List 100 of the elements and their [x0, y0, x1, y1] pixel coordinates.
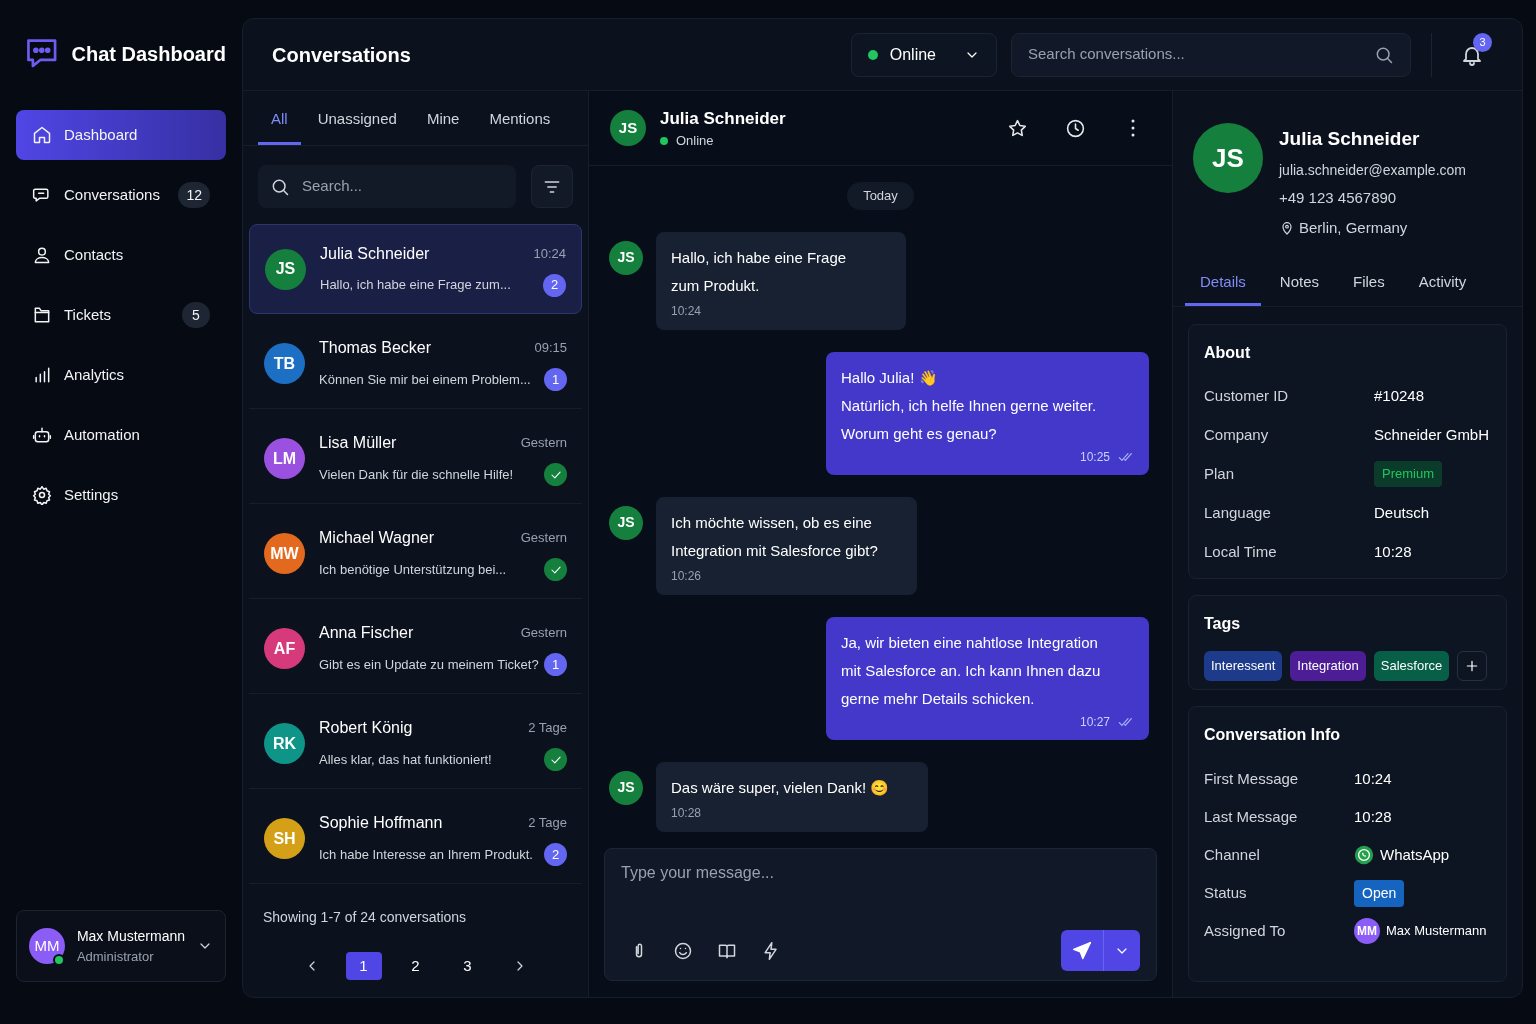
- message-text: Ich möchte wissen, ob es eine Integration mit Salesforce gibt?: [671, 512, 879, 561]
- message-time: 10:27: [1079, 713, 1110, 731]
- tag: Salesforce: [1373, 650, 1450, 681]
- message-text: Das wäre super, vielen Dank! 😊: [671, 777, 891, 798]
- field-label: First Message: [1204, 768, 1300, 789]
- detail-tab[interactable]: Notes: [1264, 261, 1335, 306]
- folder-icon: [32, 305, 52, 325]
- conversation-item[interactable]: SH Sophie Hoffmann 2 Tage Ich habe Interesse an Ihrem Produkt. 2: [249, 794, 582, 884]
- message-time: 10:25: [1079, 448, 1110, 466]
- field-value: Deutsch: [1374, 502, 1430, 523]
- filter-button[interactable]: [531, 165, 573, 208]
- page-title: Conversations: [272, 42, 412, 68]
- field-label: Company: [1204, 424, 1270, 445]
- contact-name: Robert König: [319, 718, 413, 738]
- message-time: 10:28: [671, 804, 703, 822]
- conversation-tab[interactable]: Unassigned: [304, 90, 410, 145]
- status-dropdown[interactable]: Online: [850, 32, 997, 77]
- message-text: Ja, wir bieten eine nahtlose Integration mit Salesforce an. Ich kann Ihnen dazu gerne mehr Details schicken.: [841, 632, 1102, 709]
- conversation-item[interactable]: MW Michael Wagner Gestern Ich benötige Unterstützung bei...: [249, 509, 582, 599]
- conversation-item[interactable]: JS Julia Schneider 10:24 Hallo, ich habe eine Frage zum... 2: [249, 224, 582, 314]
- field-label: Last Message: [1204, 806, 1299, 827]
- conversation-tab[interactable]: Mine: [413, 90, 473, 145]
- search-input[interactable]: Search conversations...: [1028, 43, 1374, 66]
- tag: Interessent: [1204, 650, 1283, 681]
- nav-item[interactable]: Tickets 5: [16, 290, 226, 340]
- star-icon: [1006, 117, 1028, 139]
- user-avatar: MM: [29, 928, 65, 964]
- message-preview: Gibt es ein Update zu meinem Ticket?: [319, 655, 539, 674]
- conversation-tab[interactable]: All: [258, 90, 301, 145]
- conversation-item[interactable]: RK Robert König 2 Tage Alles klar, das hat funktioniert!: [249, 699, 582, 789]
- conversation-time: 2 Tage: [528, 814, 567, 833]
- search-field[interactable]: Search conversations...: [1011, 32, 1411, 77]
- conversation-item[interactable]: TB Thomas Becker 09:15 Können Sie mir bei einem Problem... 1: [249, 319, 582, 409]
- message-preview: Ich benötige Unterstützung bei...: [319, 560, 507, 579]
- field-value: 10:24: [1354, 768, 1392, 789]
- add-tag-button[interactable]: [1457, 650, 1488, 681]
- nav-item[interactable]: Conversations 12: [16, 170, 226, 220]
- contact-avatar: RK: [264, 723, 305, 764]
- user-role: Administrator: [76, 947, 155, 966]
- sender-avatar: JS: [609, 505, 643, 540]
- count-badge: 5: [182, 302, 210, 328]
- conversation-time: 2 Tage: [528, 719, 567, 738]
- unread-count: 1: [544, 368, 567, 391]
- conversation-time: Gestern: [520, 624, 567, 643]
- conversation-tab[interactable]: Mentions: [476, 90, 564, 145]
- notifications-button[interactable]: 3: [1452, 32, 1492, 77]
- field-label: Channel: [1204, 844, 1261, 865]
- contact-name: Julia Schneider: [1279, 127, 1421, 151]
- message-time: 10:26: [671, 567, 703, 585]
- field-value: Max Mustermann: [1386, 922, 1487, 941]
- unread-count: 1: [544, 653, 567, 676]
- field-label: Plan: [1204, 463, 1236, 484]
- conversation-item[interactable]: LM Lisa Müller Gestern Vielen Dank für die schnelle Hilfe!: [249, 414, 582, 504]
- detail-tab[interactable]: Details: [1185, 261, 1261, 306]
- smiley-icon: [673, 940, 693, 961]
- conversation-item[interactable]: AF Anna Fischer Gestern Gibt es ein Update zu meinem Ticket? 1: [249, 604, 582, 694]
- message-preview: Alles klar, das hat funktioniert!: [319, 750, 492, 769]
- field-label: Assigned To: [1204, 920, 1287, 941]
- settings-icon: [32, 485, 52, 505]
- count-badge: 12: [178, 182, 210, 208]
- bar-chart-icon: [32, 365, 52, 385]
- nav-item[interactable]: Contacts: [16, 230, 226, 280]
- message-composer[interactable]: Type your message...: [604, 848, 1157, 981]
- contact-avatar: JS: [610, 110, 646, 146]
- nav-item[interactable]: Dashboard: [16, 110, 226, 160]
- whatsapp-icon: [1354, 845, 1374, 865]
- nav-item[interactable]: Analytics: [16, 350, 226, 400]
- field-value: 10:28: [1374, 541, 1412, 562]
- field-label: Language: [1204, 502, 1272, 523]
- nav-item[interactable]: Automation: [16, 410, 226, 460]
- contact-avatar: JS: [265, 248, 306, 290]
- tag: Integration: [1290, 650, 1366, 681]
- user-card[interactable]: MM Max Mustermann Administrator: [16, 910, 226, 982]
- search-field[interactable]: Search...: [258, 165, 516, 208]
- conversation-time: 10:24: [533, 244, 566, 263]
- notification-count: 3: [1473, 32, 1492, 52]
- search-input[interactable]: Search...: [302, 175, 504, 198]
- field-label: Customer ID: [1204, 385, 1290, 406]
- field-value: WhatsApp: [1380, 844, 1450, 865]
- contact-avatar: AF: [264, 628, 305, 669]
- nav-item[interactable]: Settings: [16, 470, 226, 520]
- user-name: Max Mustermann: [76, 926, 186, 946]
- page-button[interactable]: 2: [397, 952, 434, 980]
- message-input[interactable]: Type your message...: [621, 861, 1140, 930]
- contact-email: julia.schneider@example.com: [1279, 160, 1466, 180]
- contact-name: Julia Schneider: [320, 243, 430, 264]
- card-title: Conversation Info: [1204, 724, 1341, 745]
- page-button[interactable]: 1: [345, 952, 382, 980]
- detail-tab[interactable]: Files: [1338, 261, 1400, 306]
- location-pin-icon: [1279, 220, 1295, 237]
- clock-icon: [1064, 117, 1086, 139]
- presence-status: Online: [676, 132, 714, 150]
- pagination-summary: Showing 1-7 of 24 conversations: [263, 908, 468, 927]
- detail-tab[interactable]: Activity: [1403, 261, 1482, 306]
- field-label: Local Time: [1204, 541, 1278, 562]
- contact-avatar: JS: [1193, 123, 1263, 193]
- contact-avatar: LM: [264, 438, 305, 479]
- conversation-time: Gestern: [520, 434, 567, 453]
- contact-name: Sophie Hoffmann: [319, 813, 443, 833]
- page-button[interactable]: 3: [449, 952, 486, 980]
